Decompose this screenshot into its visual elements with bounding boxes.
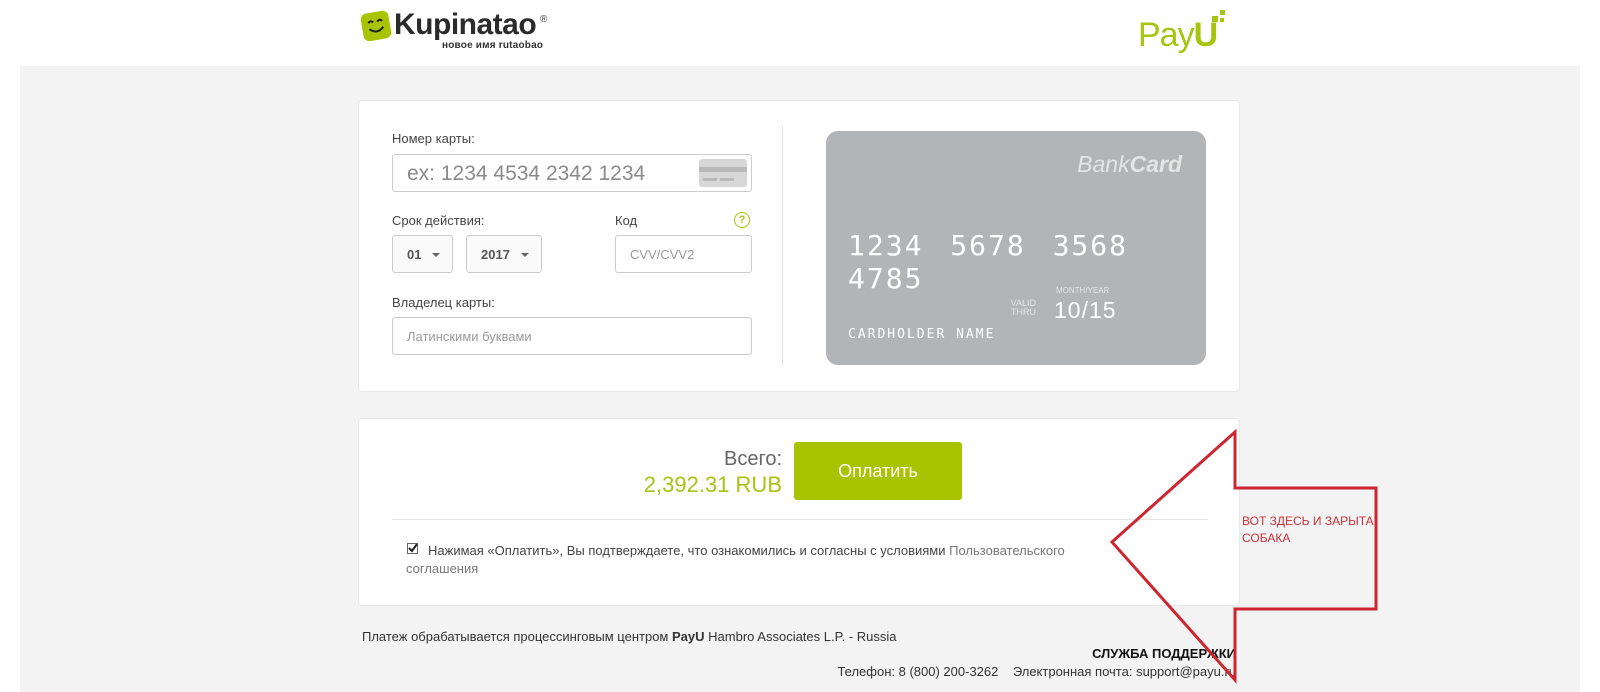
cardholder-label: Владелец карты: [392,295,495,310]
total-amount: 2,392.31 RUB [643,472,782,497]
bank-card-brand-bold: Card [1129,151,1182,177]
processing-info: Платеж обрабатывается процессинговым цен… [362,629,897,644]
expiry-label: Срок действия: [392,213,485,228]
annotation-line1: ВОТ ЗДЕСЬ И ЗАРЫТА [1242,514,1374,528]
cvv-label: Код [615,213,638,228]
payu-logo-square [1212,16,1218,22]
bank-card-expiry: 10/15 [1054,297,1117,323]
chevron-down-icon [521,253,529,257]
total-label: Всего: [724,448,782,470]
card-number-label: Номер карты: [392,131,475,146]
valid-thru-line2: THRU [1011,307,1036,317]
registered-mark: ® [540,14,548,25]
agreement-checkbox[interactable] [407,543,418,554]
valid-thru-caption: VALID THRU [1006,299,1036,317]
payu-logo-square [1220,10,1225,15]
cardholder-input[interactable]: Латинскими буквами [392,317,752,355]
bank-card-number: 1234 5678 3568 4785 [848,229,1129,295]
merchant-logo-subtitle: новое имя rutaobao [442,40,544,51]
checkmark-icon [408,543,418,553]
agreement-text-block: Нажимая «Оплатить», Вы подтверждаете, чт… [428,541,1188,561]
expiry-month-value: 01 [407,247,422,262]
chevron-down-icon [432,253,440,257]
cardholder-placeholder: Латинскими буквами [407,329,532,344]
annotation-text: ВОТ ЗДЕСЬ И ЗАРЫТА СОБАКА [1242,513,1392,547]
payu-logo: PayU [1138,10,1238,56]
user-agreement-link-continued[interactable]: соглашения [406,561,478,576]
processing-brand: PayU [672,629,705,644]
bank-card-preview: BankCard 1234 5678 3568 4785 VALID THRU M… [826,131,1206,365]
cvv-placeholder: CVV/CVV2 [630,247,695,262]
help-icon[interactable]: ? [734,212,750,228]
form-divider [782,126,783,366]
expiry-year-value: 2017 [481,247,510,262]
processing-prefix: Платеж обрабатывается процессинговым цен… [362,629,669,644]
merchant-logo: Kupinatao ® новое имя rutaobao [359,8,562,54]
annotation-line2: СОБАКА [1242,531,1291,545]
user-agreement-link[interactable]: Пользовательского [949,543,1065,558]
card-number-input[interactable]: ex: 1234 4534 2342 1234 [392,154,752,192]
bank-card-brand: BankCard [1077,151,1182,178]
payu-logo-square [1220,18,1224,22]
cvv-input[interactable]: CVV/CVV2 [615,235,752,273]
annotation-arrow [1109,428,1378,684]
smiley-icon [359,9,393,43]
month-year-caption: MONTH/YEAR [1056,286,1110,295]
payu-logo-pay: Pay [1138,16,1195,54]
expiry-year-select[interactable]: 2017 [466,235,542,273]
phone-label: Телефон: [837,664,895,679]
payment-divider [392,519,1208,520]
expiry-month-select[interactable]: 01 [392,235,453,273]
agreement-text: Нажимая «Оплатить», Вы подтверждаете, чт… [428,543,946,558]
phone-number: 8 (800) 200-3262 [898,664,999,679]
card-number-placeholder: ex: 1234 4534 2342 1234 [407,162,646,185]
processing-suffix: Hambro Associates L.P. - Russia [708,629,897,644]
bank-card-holder: CARDHOLDER NAME [848,327,996,342]
credit-card-icon [699,159,747,187]
bank-card-brand-light: Bank [1077,151,1130,177]
pay-button[interactable]: Оплатить [794,442,962,500]
merchant-logo-name: Kupinatao [394,8,537,41]
